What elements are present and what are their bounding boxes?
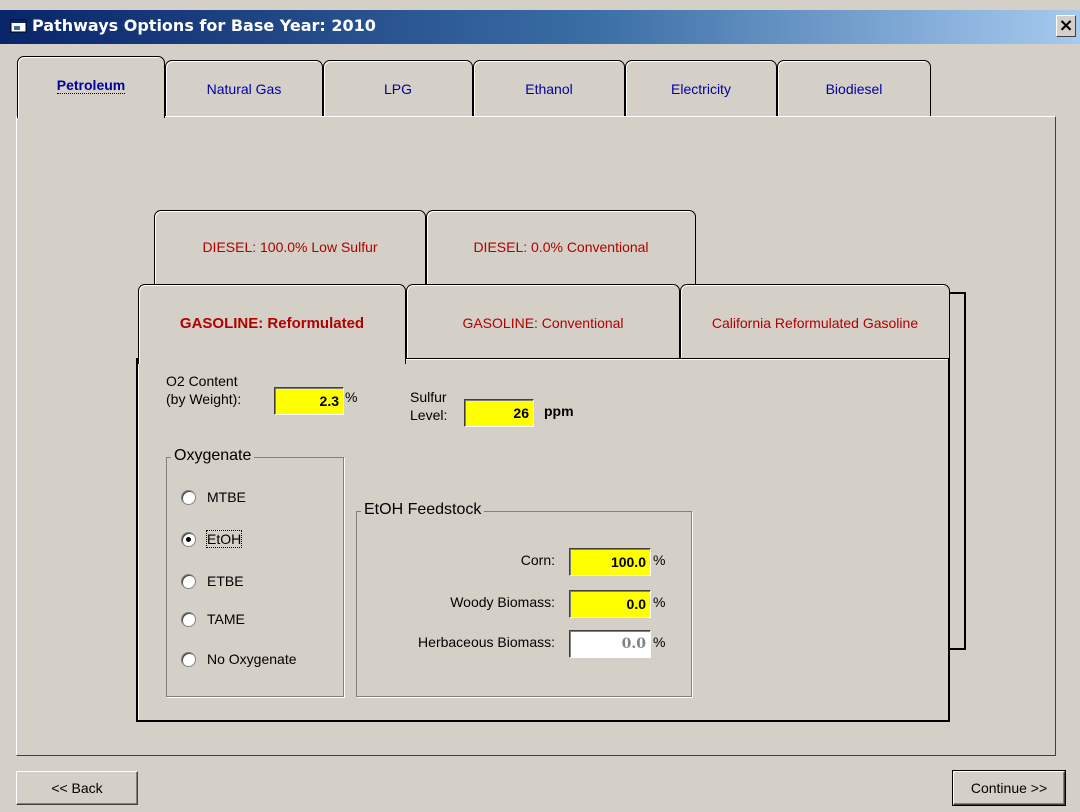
- etoh-feedstock-group: EtOH Feedstock Corn: 100.0 % Woody Bioma…: [356, 501, 692, 697]
- tab-diesel-low-sulfur[interactable]: DIESEL: 100.0% Low Sulfur: [154, 210, 426, 290]
- tab-label: Biodiesel: [825, 81, 883, 97]
- tab-lpg[interactable]: LPG: [323, 60, 473, 118]
- o2-weight-label: (by Weight):: [166, 391, 242, 407]
- radio-button: [181, 652, 196, 667]
- radio-button: [181, 612, 196, 627]
- app-icon: [10, 19, 27, 33]
- radio-label: EtOH: [205, 530, 243, 548]
- tab-diesel-conventional[interactable]: DIESEL: 0.0% Conventional: [426, 210, 696, 290]
- radio-button: [181, 574, 196, 589]
- back-button[interactable]: << Back: [16, 771, 138, 805]
- oxygenate-group: Oxygenate MTBE EtOH ETBE TAME No Oxygena…: [166, 447, 344, 697]
- radio-button-selected: [181, 532, 196, 547]
- window-title: Pathways Options for Base Year: 2010: [32, 16, 376, 35]
- tab-label: DIESEL: 100.0% Low Sulfur: [202, 239, 378, 255]
- radio-label: No Oxygenate: [207, 651, 297, 667]
- sulfur-label: Sulfur: [410, 389, 447, 405]
- tab-petroleum[interactable]: Petroleum: [17, 56, 165, 118]
- sulfur-unit: ppm: [544, 403, 574, 419]
- tab-label: Ethanol: [525, 81, 573, 97]
- herbaceous-biomass-field: 0.0: [569, 630, 651, 658]
- tab-gasoline-reformulated[interactable]: GASOLINE: Reformulated: [138, 284, 406, 364]
- etoh-feedstock-title: EtOH Feedstock: [361, 501, 485, 519]
- tab-ethanol[interactable]: Ethanol: [473, 60, 625, 118]
- sulfur-level-field[interactable]: 26: [464, 399, 534, 427]
- corn-label: Corn:: [520, 552, 555, 568]
- corn-field[interactable]: 100.0: [569, 548, 651, 576]
- tab-label: Petroleum: [56, 77, 126, 94]
- tab-california-reformulated[interactable]: California Reformulated Gasoline: [680, 284, 950, 360]
- corn-unit: %: [653, 552, 666, 568]
- tab-label: Electricity: [671, 81, 731, 97]
- close-button[interactable]: ×: [1056, 15, 1076, 37]
- tab-label: Natural Gas: [206, 81, 282, 97]
- tab-label: GASOLINE: Conventional: [462, 315, 624, 331]
- tab-biodiesel[interactable]: Biodiesel: [777, 60, 931, 118]
- woody-biomass-field[interactable]: 0.0: [569, 590, 651, 618]
- gasoline-reformulated-panel: O2 Content (by Weight): 2.3 % Sulfur Lev…: [136, 358, 950, 722]
- tab-gasoline-conventional[interactable]: GASOLINE: Conventional: [406, 284, 680, 360]
- radio-label: TAME: [207, 611, 245, 627]
- tab-label: California Reformulated Gasoline: [711, 315, 919, 331]
- woody-biomass-label: Woody Biomass:: [450, 594, 555, 610]
- tab-label: GASOLINE: Reformulated: [179, 315, 365, 332]
- herbaceous-biomass-label: Herbaceous Biomass:: [418, 634, 555, 650]
- o2-content-label: O2 Content: [166, 373, 238, 389]
- sulfur-level-label: Level:: [410, 407, 448, 423]
- woody-biomass-unit: %: [653, 594, 666, 610]
- oxygenate-group-title: Oxygenate: [171, 447, 255, 465]
- pathways-options-window: Pathways Options for Base Year: 2010 × P…: [0, 0, 1080, 812]
- radio-label: ETBE: [207, 573, 244, 589]
- o2-content-field[interactable]: 2.3: [274, 387, 344, 415]
- radio-label: MTBE: [207, 489, 246, 505]
- tab-label: LPG: [383, 81, 412, 97]
- continue-button[interactable]: Continue >>: [952, 770, 1066, 806]
- tab-natural-gas[interactable]: Natural Gas: [165, 60, 323, 118]
- radio-button: [181, 490, 196, 505]
- herbaceous-biomass-unit: %: [653, 634, 666, 650]
- tab-label: DIESEL: 0.0% Conventional: [473, 239, 649, 255]
- o2-unit: %: [345, 389, 358, 405]
- title-bar[interactable]: Pathways Options for Base Year: 2010 ×: [0, 10, 1080, 44]
- tab-electricity[interactable]: Electricity: [625, 60, 777, 118]
